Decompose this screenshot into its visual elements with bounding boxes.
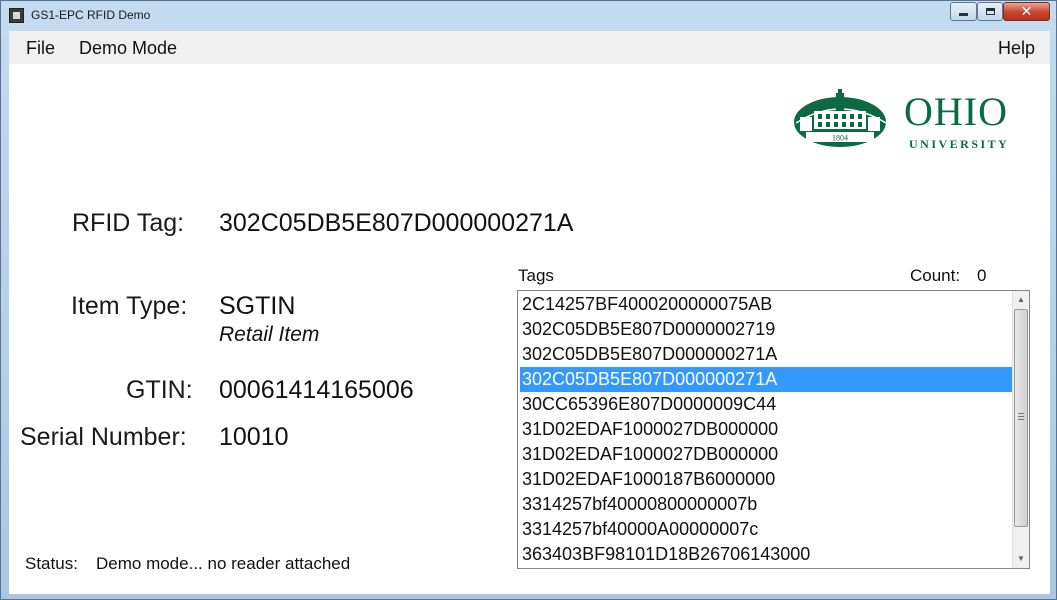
status-text: Demo mode... no reader attached bbox=[96, 554, 351, 573]
maximize-icon bbox=[985, 8, 995, 15]
logo-wordmark: OHIO bbox=[904, 89, 1008, 134]
close-icon: ✕ bbox=[1020, 3, 1033, 19]
tag-list-item[interactable]: 302C05DB5E807D0000002719 bbox=[520, 317, 1012, 342]
tag-list-item[interactable]: 3314257bf40000800000007b bbox=[520, 492, 1012, 517]
minimize-icon bbox=[959, 13, 968, 16]
client-area: File Demo Mode Help 1804 OHIO UNIVERSITY… bbox=[9, 31, 1050, 594]
tag-list-item[interactable]: 302C05DB5E807D000000271A bbox=[520, 342, 1012, 367]
tags-listbox[interactable]: 2C14257BF4000200000075AB 302C05DB5E807D0… bbox=[517, 290, 1030, 569]
close-button[interactable]: ✕ bbox=[1003, 2, 1050, 21]
menu-demo-mode[interactable]: Demo Mode bbox=[79, 38, 177, 59]
title-bar[interactable]: GS1-EPC RFID Demo ✕ bbox=[1, 1, 1056, 31]
rfid-tag-label: RFID Tag: bbox=[72, 209, 185, 237]
scroll-down-arrow-icon[interactable]: ▼ bbox=[1013, 550, 1029, 567]
app-icon[interactable] bbox=[9, 8, 24, 23]
tag-list-item[interactable]: 31D02EDAF1000027DB000000 bbox=[520, 442, 1012, 467]
scroll-grip-icon bbox=[1018, 413, 1024, 420]
university-seal-icon: 1804 bbox=[794, 89, 887, 147]
serial-number-label: Serial Number: bbox=[20, 423, 187, 451]
gtin-value: 00061414165006 bbox=[219, 376, 414, 404]
count-value: 0 bbox=[977, 266, 987, 285]
minimize-button[interactable] bbox=[950, 2, 977, 21]
tag-list-item[interactable]: 363403BF98101D18B26706143000 bbox=[520, 542, 1012, 567]
tags-header: Tags bbox=[518, 266, 554, 285]
tag-list-item-selected[interactable]: 302C05DB5E807D000000271A bbox=[520, 367, 1012, 392]
tag-list-item[interactable]: 31D02EDAF1000027DB000000 bbox=[520, 417, 1012, 442]
scrollbar-thumb[interactable] bbox=[1014, 309, 1028, 527]
maximize-button[interactable] bbox=[977, 2, 1003, 21]
tags-scrollbar[interactable]: ▲ ▼ bbox=[1012, 291, 1029, 568]
app-window: GS1-EPC RFID Demo ✕ File Demo Mode Help bbox=[0, 0, 1057, 600]
item-type-value: SGTIN bbox=[219, 292, 296, 320]
rfid-tag-value: 302C05DB5E807D000000271A bbox=[219, 209, 574, 237]
tag-list-item[interactable]: 31D02EDAF1000187B6000000 bbox=[520, 467, 1012, 492]
menu-bar: File Demo Mode Help bbox=[9, 31, 1050, 64]
count-label: Count: bbox=[910, 266, 961, 285]
window-title: GS1-EPC RFID Demo bbox=[31, 8, 151, 22]
scroll-up-arrow-icon[interactable]: ▲ bbox=[1013, 291, 1029, 308]
item-type-description: Retail Item bbox=[219, 323, 320, 346]
menu-help[interactable]: Help bbox=[998, 38, 1035, 59]
seal-year: 1804 bbox=[832, 134, 848, 143]
tag-list-item[interactable]: 3314257bf40000A00000007c bbox=[520, 517, 1012, 542]
tag-list-item[interactable]: 30CC65396E807D0000009C44 bbox=[520, 392, 1012, 417]
logo-subwordmark: UNIVERSITY bbox=[909, 137, 1010, 151]
menu-file[interactable]: File bbox=[26, 38, 55, 59]
tag-list-item[interactable]: 2C14257BF4000200000075AB bbox=[520, 292, 1012, 317]
item-type-label: Item Type: bbox=[71, 292, 188, 320]
status-label: Status: bbox=[25, 554, 78, 573]
serial-number-value: 10010 bbox=[219, 423, 289, 451]
gtin-label: GTIN: bbox=[126, 376, 193, 404]
ohio-university-logo: 1804 OHIO UNIVERSITY bbox=[792, 89, 1032, 151]
